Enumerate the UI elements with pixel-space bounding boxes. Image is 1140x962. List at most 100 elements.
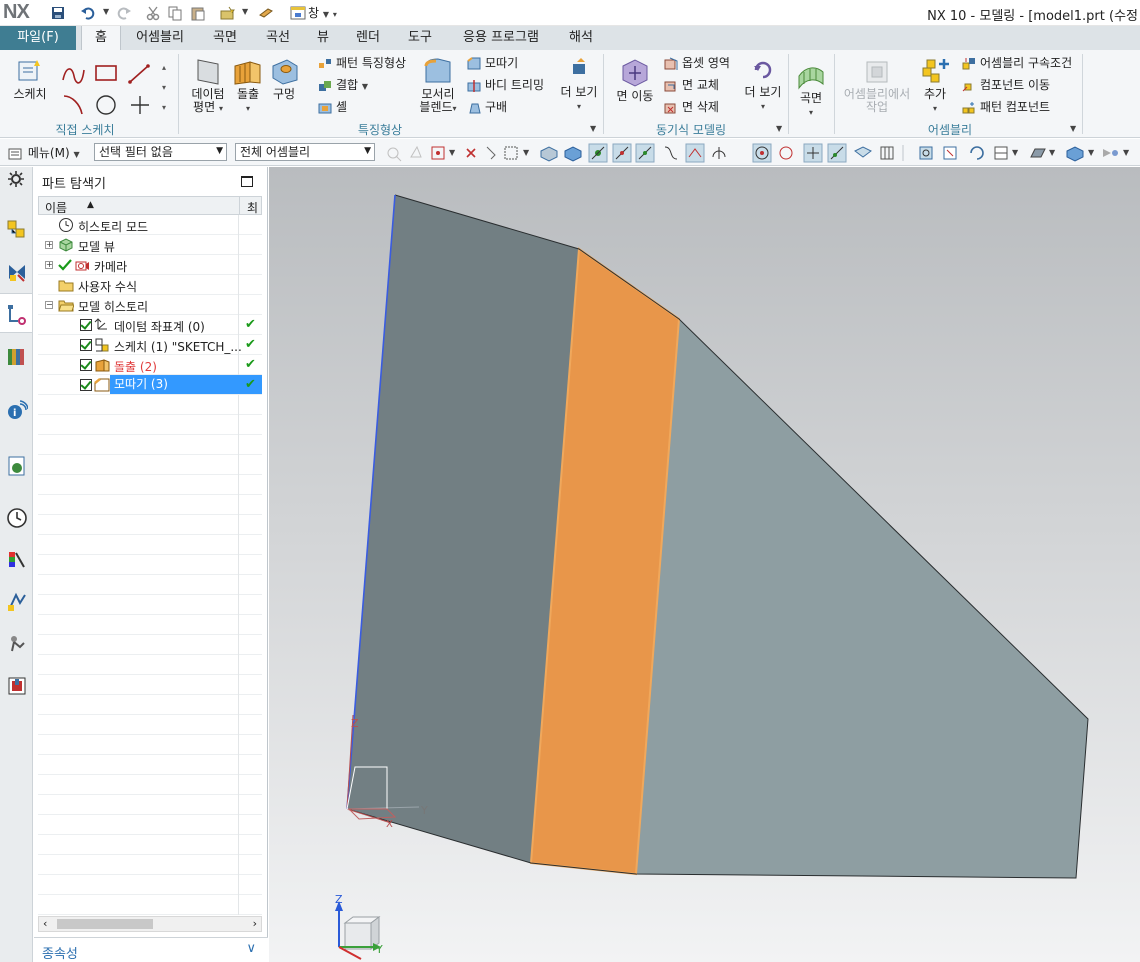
fit-view-icon[interactable] <box>919 146 933 160</box>
undo-dropdown-icon[interactable]: ▼ <box>103 7 109 16</box>
rendering-style-icon[interactable]: ▼ <box>1030 148 1056 158</box>
orient-view-icon[interactable]: ▼ <box>994 146 1019 160</box>
window-icon[interactable] <box>290 5 306 21</box>
undo-icon[interactable] <box>80 5 96 21</box>
scroll-left-icon[interactable]: ‹ <box>43 917 47 930</box>
visibility-checkbox[interactable] <box>80 339 92 351</box>
snap-point-icon[interactable]: ▼ <box>431 146 456 160</box>
render-mode-icon[interactable]: ▼ <box>1066 146 1095 162</box>
feature-group-menu-icon[interactable]: ▼ <box>590 124 596 133</box>
arc-icon[interactable] <box>63 95 83 115</box>
maximize-icon[interactable] <box>241 176 253 187</box>
assembly-group-menu-icon[interactable]: ▼ <box>1070 124 1076 133</box>
selection-intent-icon[interactable] <box>410 145 422 158</box>
assembly-navigator-icon[interactable] <box>6 217 28 239</box>
selection-scope-select[interactable]: 전체 어셈블리 ▼ <box>235 143 375 161</box>
tab-applications[interactable]: 응용 프로그램 <box>450 26 552 50</box>
feature-more-button[interactable]: 더 보기 ▾ <box>558 56 600 113</box>
delete-face-button[interactable]: 면 삭제 <box>664 100 719 115</box>
point-on-surface-icon[interactable] <box>854 146 872 158</box>
expand-icon[interactable]: + <box>45 261 53 269</box>
tab-curve[interactable]: 곡선 <box>253 26 303 50</box>
manufacturing-wizard-icon[interactable] <box>6 633 28 655</box>
chevron-down-icon[interactable]: ∨ <box>246 941 256 956</box>
cut-icon[interactable] <box>145 5 161 21</box>
visibility-checkbox[interactable] <box>80 379 92 391</box>
gear-icon[interactable] <box>8 171 24 187</box>
customize-dropdown-icon[interactable]: ▼ <box>242 7 248 16</box>
palette-icon[interactable] <box>6 549 28 571</box>
tab-tools[interactable]: 도구 <box>396 26 444 50</box>
copy-icon[interactable] <box>167 5 183 21</box>
customize-icon[interactable] <box>220 5 236 21</box>
move-face-button[interactable]: 면 이동 <box>612 56 658 103</box>
select-by-name-icon[interactable] <box>466 148 476 158</box>
part-navigator-icon[interactable] <box>6 303 28 325</box>
zoom-view-icon[interactable] <box>943 146 957 160</box>
column-latest-header[interactable]: 최 <box>247 199 258 216</box>
reuse-library-icon[interactable] <box>6 345 28 367</box>
scroll-right-icon[interactable]: › <box>253 917 257 930</box>
circle-icon[interactable] <box>96 95 116 115</box>
tab-surface[interactable]: 곡면 <box>200 26 250 50</box>
draft-button[interactable]: 구배 <box>467 100 507 115</box>
process-studio-icon[interactable] <box>6 591 28 613</box>
overflow-icon[interactable]: ▾ <box>333 10 337 19</box>
tab-view[interactable]: 뷰 <box>306 26 340 50</box>
line-icon[interactable] <box>128 64 150 84</box>
paste-icon[interactable] <box>190 5 206 21</box>
tree-row-extrude[interactable]: 돌출 (2) ✔ <box>38 355 262 375</box>
constraint-navigator-icon[interactable] <box>6 261 28 283</box>
surface-button[interactable]: 곡면 ▾ <box>792 60 830 119</box>
save-icon[interactable] <box>50 5 66 21</box>
point-icon[interactable] <box>131 96 149 114</box>
view-triad[interactable]: Z Y <box>335 893 383 960</box>
menu-button[interactable]: 메뉴(M) ▼ <box>8 144 80 161</box>
tree-row-user-expressions[interactable]: 사용자 수식 <box>38 275 262 295</box>
tree-row-sketch[interactable]: 스케치 (1) "SKETCH_... ✔ <box>38 335 262 355</box>
visibility-checkbox[interactable] <box>80 319 92 331</box>
expand-icon[interactable]: + <box>45 241 53 249</box>
tree-row-model-views[interactable]: + 모델 뷰 <box>38 235 262 255</box>
hole-button[interactable]: 구멍 <box>268 56 300 101</box>
quadrant-snap-icon[interactable] <box>779 146 793 160</box>
tree-row-history-mode[interactable]: 히스토리 모드 <box>38 215 262 235</box>
web-browser-icon[interactable] <box>6 455 28 477</box>
redo-icon[interactable] <box>116 5 132 21</box>
chamfer-button[interactable]: 모따기 <box>467 56 518 71</box>
pattern-component-button[interactable]: 패턴 컴포넌트 <box>962 100 1050 115</box>
pattern-feature-button[interactable]: 패턴 특징형상 <box>318 56 406 71</box>
datum-plane-button[interactable]: 데이텀 평면 ▾ <box>186 56 230 115</box>
graphics-window[interactable]: Z Y X Z Y <box>269 167 1140 962</box>
extrude-button[interactable]: 돌출 ▾ <box>228 56 268 115</box>
horizontal-scrollbar[interactable]: ‹ › <box>38 916 262 932</box>
edit-section-icon[interactable]: ▼ <box>1103 148 1130 157</box>
toggle-background-icon[interactable] <box>685 143 705 163</box>
move-component-button[interactable]: 컴포넌트 이동 <box>962 78 1050 93</box>
tree-row-cameras[interactable]: + 카메라 <box>38 255 262 275</box>
unite-button[interactable]: 결합 ▼ <box>318 78 368 94</box>
column-divider[interactable] <box>239 197 240 214</box>
tab-home[interactable]: 홈 <box>81 26 121 50</box>
shell-button[interactable]: 셸 <box>318 100 347 115</box>
tree-row-datum-csys[interactable]: 데이텀 좌표계 (0) ✔ <box>38 315 262 335</box>
trim-body-button[interactable]: 바디 트리밍 <box>467 78 544 93</box>
tab-assembly[interactable]: 어셈블리 <box>126 26 194 50</box>
history-icon[interactable] <box>6 507 28 529</box>
face-filter-icon[interactable] <box>564 146 582 162</box>
sketch-gallery-scroll[interactable]: ▴ ▾ ▾ <box>162 58 166 118</box>
offset-region-button[interactable]: 옵셋 영역 <box>664 56 730 71</box>
collapse-icon[interactable]: − <box>45 301 53 309</box>
visibility-checkbox[interactable] <box>80 359 92 371</box>
tab-render[interactable]: 렌더 <box>344 26 392 50</box>
sync-more-button[interactable]: 더 보기 ▾ <box>742 56 784 113</box>
scrollbar-thumb[interactable] <box>57 919 153 929</box>
info-icon[interactable]: i <box>6 399 28 421</box>
work-in-assembly-button[interactable]: 어셈블리에서 작업 <box>840 56 914 114</box>
add-component-button[interactable]: 추가 ▾ <box>916 56 954 115</box>
arc-center-snap-icon[interactable] <box>712 147 726 159</box>
curve-point-icon[interactable] <box>664 146 678 160</box>
tab-file[interactable]: 파일(F) <box>0 26 76 50</box>
type-filter-select[interactable]: 선택 필터 없음 ▼ <box>94 143 227 161</box>
assembly-constraints-button[interactable]: 어셈블리 구속조건 <box>962 56 1072 71</box>
